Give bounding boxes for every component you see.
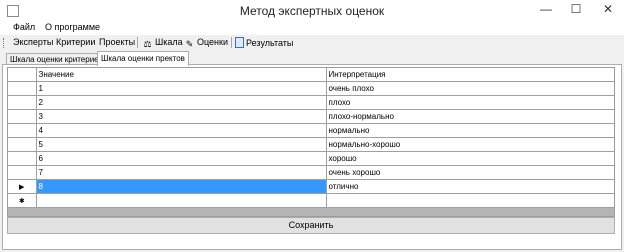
title-bar[interactable]: Метод экспертных оценок — ☐ ✕ [0, 0, 624, 21]
cell-interpretation-new[interactable] [326, 193, 614, 208]
cell-value-new[interactable] [36, 193, 327, 208]
table-row[interactable]: 2 плохо [8, 95, 614, 110]
save-button[interactable]: Сохранить [7, 217, 615, 234]
scale-icon: ⚖ [143, 39, 152, 49]
column-header-value[interactable]: Значение [36, 68, 327, 82]
toolbar-criteria-button[interactable]: Критерии [56, 37, 95, 47]
cell-interpretation[interactable]: нормально-хорошо [326, 137, 614, 152]
tab-projects-scale[interactable]: Шкала оценки пректов [97, 51, 189, 66]
toolbar-results-button[interactable]: Результаты [235, 37, 293, 48]
table-row[interactable]: 3 плохо-нормально [8, 109, 614, 124]
row-header[interactable] [8, 165, 37, 180]
row-header[interactable] [8, 123, 37, 138]
row-header[interactable] [8, 95, 37, 110]
toolbar: Эксперты Критерии Проекты ⚖ Шкала ✎ Оценки… [0, 35, 624, 51]
results-icon [235, 37, 244, 48]
cell-interpretation[interactable]: отлично [326, 179, 614, 194]
cell-interpretation[interactable]: плохо [326, 95, 614, 110]
toolbar-separator [137, 37, 138, 48]
toolbar-scale-button[interactable]: ⚖ Шкала [142, 37, 183, 49]
toolbar-experts-button[interactable]: Эксперты [13, 37, 53, 47]
toolbar-assessments-label: Оценки [197, 37, 228, 47]
window-title: Метод экспертных оценок [239, 4, 385, 18]
new-row-asterisk-icon[interactable]: ✱ [8, 193, 37, 208]
row-header[interactable] [8, 109, 37, 124]
cell-value[interactable]: 3 [36, 109, 327, 124]
assessment-icon: ✎ [185, 39, 194, 49]
table-row[interactable]: 5 нормально-хорошо [8, 137, 614, 152]
cell-value[interactable]: 2 [36, 95, 327, 110]
row-header[interactable] [8, 81, 37, 96]
menu-file[interactable]: Файл [13, 22, 35, 32]
tab-strip: Шкала оценки критериев Шкала оценки прек… [0, 51, 624, 66]
toolbar-results-label: Результаты [246, 38, 294, 48]
cell-value[interactable]: 8 [36, 179, 327, 194]
cell-value[interactable]: 6 [36, 151, 327, 166]
minimize-button[interactable]: — [532, 0, 560, 19]
table-row[interactable]: 6 хорошо [8, 151, 614, 166]
app-window: Метод экспертных оценок — ☐ ✕ Файл О про… [0, 0, 624, 252]
grid-corner[interactable] [8, 68, 37, 82]
menu-about[interactable]: О программе [45, 22, 100, 32]
table-row[interactable]: 4 нормально [8, 123, 614, 138]
toolbar-grip[interactable] [3, 38, 6, 48]
cell-value[interactable]: 5 [36, 137, 327, 152]
toolbar-scale-label: Шкала [155, 37, 183, 47]
cell-interpretation[interactable]: нормально [326, 123, 614, 138]
scale-grid[interactable]: Значение Интерпретация 1 очень плохо 2 п… [7, 67, 615, 217]
new-row[interactable]: ✱ [8, 193, 614, 208]
menu-bar: Файл О программе [0, 21, 624, 35]
table-row[interactable]: 1 очень плохо [8, 81, 614, 96]
scale-table: Значение Интерпретация 1 очень плохо 2 п… [8, 68, 614, 208]
column-header-interpretation[interactable]: Интерпретация [326, 68, 614, 82]
tab-panel: Значение Интерпретация 1 очень плохо 2 п… [2, 64, 622, 250]
toolbar-separator [231, 37, 232, 48]
row-header[interactable] [8, 151, 37, 166]
close-button[interactable]: ✕ [594, 0, 622, 19]
cell-interpretation[interactable]: очень плохо [326, 81, 614, 96]
cell-value[interactable]: 1 [36, 81, 327, 96]
table-row[interactable]: 7 очень хорошо [8, 165, 614, 180]
row-header[interactable] [8, 137, 37, 152]
cell-value[interactable]: 4 [36, 123, 327, 138]
table-row-selected[interactable]: ▶ 8 отлично [8, 179, 614, 194]
cell-value[interactable]: 7 [36, 165, 327, 180]
maximize-button[interactable]: ☐ [562, 0, 590, 19]
grid-header-row: Значение Интерпретация [8, 68, 614, 82]
toolbar-assessments-button[interactable]: ✎ Оценки [184, 37, 228, 49]
cell-interpretation[interactable]: хорошо [326, 151, 614, 166]
cell-interpretation[interactable]: плохо-нормально [326, 109, 614, 124]
toolbar-projects-button[interactable]: Проекты [99, 37, 135, 47]
current-row-arrow-icon[interactable]: ▶ [8, 179, 37, 194]
cell-interpretation[interactable]: очень хорошо [326, 165, 614, 180]
